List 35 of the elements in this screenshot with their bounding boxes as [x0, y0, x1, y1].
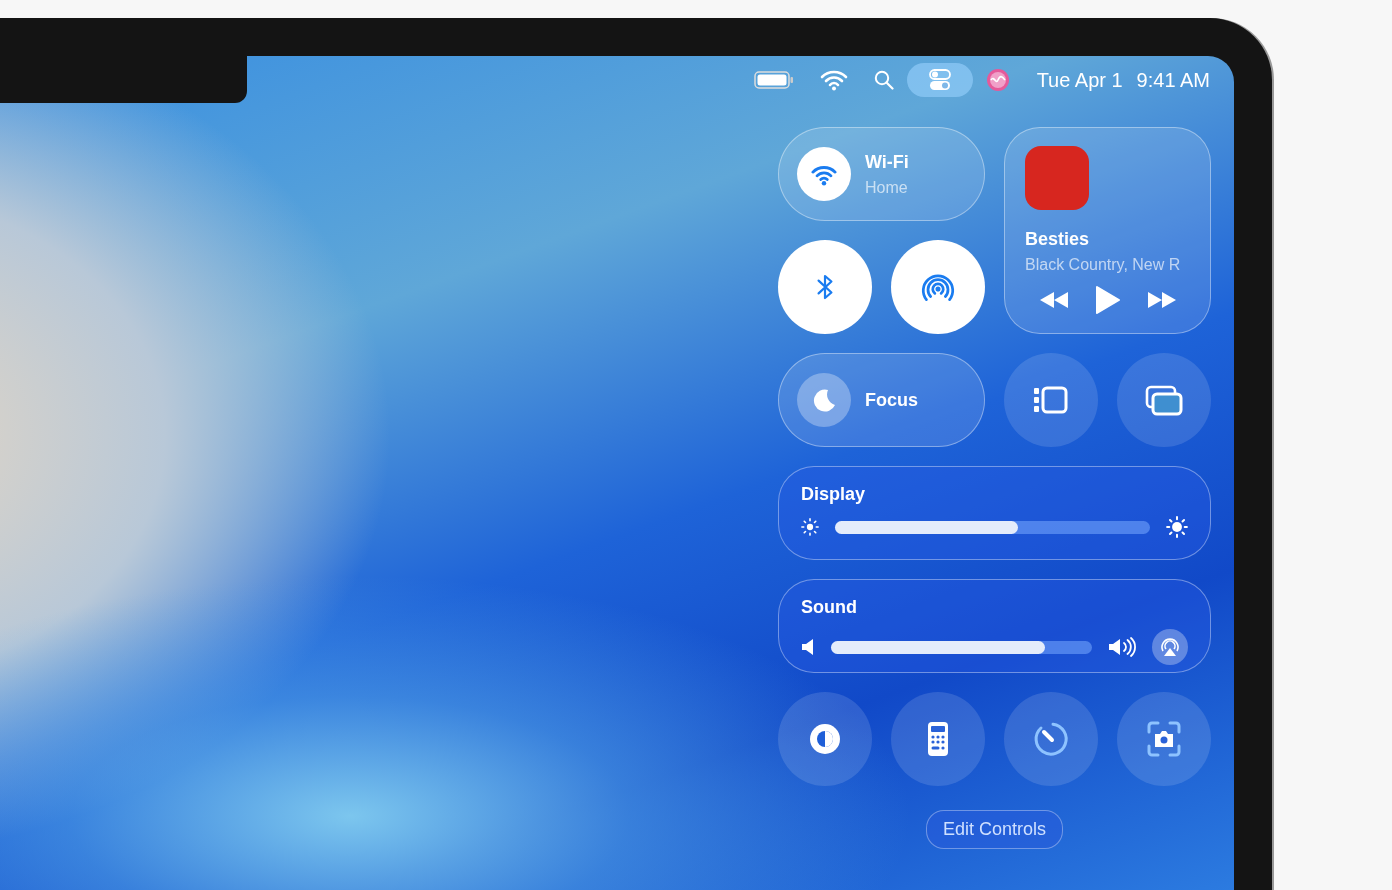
sound-slider[interactable]: [831, 640, 1092, 654]
speaker-loud-icon: [1108, 637, 1136, 657]
network-name: Home: [865, 177, 909, 198]
edit-controls-button[interactable]: Edit Controls: [925, 810, 1063, 849]
battery-icon: [753, 69, 794, 90]
wifi-icon: [819, 68, 848, 91]
menu-bar-clock: 9:41 AM: [1136, 67, 1210, 93]
sidebar-window-icon: [1031, 384, 1071, 416]
song-title: Besties: [1025, 228, 1091, 251]
artist-name: Black Country, New R: [1025, 255, 1182, 275]
menu-bar-date: Tue Apr 1: [1036, 67, 1123, 93]
play-icon[interactable]: [1094, 285, 1121, 315]
speaker-icon: [801, 638, 815, 656]
overlapping-windows-icon: [1144, 384, 1184, 416]
search-icon: [873, 69, 894, 90]
brightness-low-icon: [801, 518, 819, 536]
timer-icon: [1032, 720, 1070, 758]
display-slider[interactable]: [835, 520, 1150, 534]
airplay-button[interactable]: [1152, 629, 1188, 665]
menu-bar-item[interactable]: [906, 62, 973, 97]
toggle-switches-icon: [928, 68, 951, 91]
wifi-toggle[interactable]: [797, 147, 851, 201]
focus-label: Focus: [865, 388, 918, 412]
siri-orb-icon: [985, 67, 1010, 92]
camera-in-frame-icon: [1145, 720, 1183, 758]
wifi-label: Wi-Fi: [865, 150, 909, 174]
focus-toggle[interactable]: [797, 373, 851, 427]
display-label: Display: [801, 483, 867, 506]
slider-fill[interactable]: [835, 520, 1018, 534]
sound-label: Sound: [801, 596, 858, 619]
slider-fill[interactable]: [831, 640, 1045, 654]
airplay-icon: [1159, 637, 1181, 657]
brightness-high-icon: [1166, 516, 1188, 538]
album-art-placeholder: [1025, 146, 1089, 210]
fast-forward-icon[interactable]: [1145, 290, 1178, 310]
